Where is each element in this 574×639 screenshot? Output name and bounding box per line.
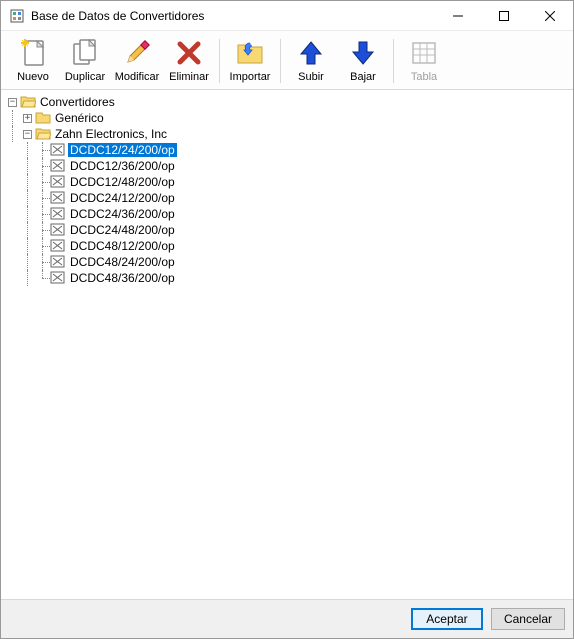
tree-item-label[interactable]: DCDC12/24/200/op: [68, 143, 177, 157]
move-down-button[interactable]: Bajar: [337, 35, 389, 87]
tree-root-label[interactable]: Convertidores: [38, 95, 117, 109]
tree-item-label[interactable]: DCDC24/12/200/op: [68, 191, 177, 205]
tree-item[interactable]: DCDC48/24/200/op: [5, 254, 569, 270]
converter-icon: [50, 190, 66, 206]
converter-icon: [50, 206, 66, 222]
arrow-down-icon: [347, 37, 379, 69]
titlebar: Base de Datos de Convertidores: [1, 1, 573, 31]
tree-folder-label[interactable]: Zahn Electronics, Inc: [53, 127, 169, 141]
modify-button[interactable]: Modificar: [111, 35, 163, 87]
cancel-button[interactable]: Cancelar: [491, 608, 565, 630]
tree-item-label[interactable]: DCDC24/36/200/op: [68, 207, 177, 221]
tree-item[interactable]: DCDC12/36/200/op: [5, 158, 569, 174]
toolbar-label: Tabla: [411, 71, 437, 83]
toolbar-label: Bajar: [350, 71, 376, 83]
document-duplicate-icon: [69, 37, 101, 69]
toolbar-label: Modificar: [115, 71, 160, 83]
delete-button[interactable]: Eliminar: [163, 35, 215, 87]
toolbar-label: Eliminar: [169, 71, 209, 83]
duplicate-button[interactable]: Duplicar: [59, 35, 111, 87]
tree-item-label[interactable]: DCDC48/36/200/op: [68, 271, 177, 285]
toolbar-separator: [280, 39, 281, 83]
arrow-up-icon: [295, 37, 327, 69]
converter-icon: [50, 174, 66, 190]
delete-x-icon: [173, 37, 205, 69]
app-icon: [9, 8, 25, 24]
folder-open-icon: [35, 126, 51, 142]
tree-view[interactable]: − Convertidores + Genérico − Zahn Electr…: [1, 90, 573, 599]
tree-item[interactable]: DCDC24/12/200/op: [5, 190, 569, 206]
minimize-button[interactable]: [435, 1, 481, 31]
folder-open-icon: [20, 94, 36, 110]
converter-icon: [50, 238, 66, 254]
pencil-icon: [121, 37, 153, 69]
toolbar: Nuevo Duplicar Modificar Eliminar Import…: [1, 31, 573, 90]
new-button[interactable]: Nuevo: [7, 35, 59, 87]
folder-import-icon: [234, 37, 266, 69]
dialog-footer: Aceptar Cancelar: [1, 599, 573, 638]
button-label: Aceptar: [426, 612, 467, 626]
folder-icon: [35, 110, 51, 126]
toolbar-label: Subir: [298, 71, 324, 83]
collapse-icon[interactable]: −: [8, 98, 17, 107]
converter-icon: [50, 222, 66, 238]
tree-item-label[interactable]: DCDC24/48/200/op: [68, 223, 177, 237]
converter-icon: [50, 270, 66, 286]
toolbar-separator: [393, 39, 394, 83]
converter-icon: [50, 158, 66, 174]
converter-icon: [50, 254, 66, 270]
window-title: Base de Datos de Convertidores: [31, 9, 435, 23]
table-icon: [408, 37, 440, 69]
toolbar-label: Importar: [230, 71, 271, 83]
import-button[interactable]: Importar: [224, 35, 276, 87]
tree-item[interactable]: DCDC48/12/200/op: [5, 238, 569, 254]
tree-root[interactable]: − Convertidores: [5, 94, 569, 110]
close-button[interactable]: [527, 1, 573, 31]
toolbar-label: Duplicar: [65, 71, 105, 83]
tree-item[interactable]: DCDC12/24/200/op: [5, 142, 569, 158]
expand-icon[interactable]: +: [23, 114, 32, 123]
tree-folder-zahn[interactable]: − Zahn Electronics, Inc: [5, 126, 569, 142]
tree-item[interactable]: DCDC48/36/200/op: [5, 270, 569, 286]
move-up-button[interactable]: Subir: [285, 35, 337, 87]
tree-item[interactable]: DCDC12/48/200/op: [5, 174, 569, 190]
tree-item-label[interactable]: DCDC12/48/200/op: [68, 175, 177, 189]
tree-item[interactable]: DCDC24/48/200/op: [5, 222, 569, 238]
accept-button[interactable]: Aceptar: [411, 608, 483, 630]
table-button: Tabla: [398, 35, 450, 87]
collapse-icon[interactable]: −: [23, 130, 32, 139]
toolbar-label: Nuevo: [17, 71, 49, 83]
tree-folder-generico[interactable]: + Genérico: [5, 110, 569, 126]
tree-item-label[interactable]: DCDC12/36/200/op: [68, 159, 177, 173]
button-label: Cancelar: [504, 612, 552, 626]
tree-item-label[interactable]: DCDC48/24/200/op: [68, 255, 177, 269]
maximize-button[interactable]: [481, 1, 527, 31]
toolbar-separator: [219, 39, 220, 83]
tree-folder-label[interactable]: Genérico: [53, 111, 106, 125]
document-new-icon: [17, 37, 49, 69]
converter-icon: [50, 142, 66, 158]
tree-item[interactable]: DCDC24/36/200/op: [5, 206, 569, 222]
tree-item-label[interactable]: DCDC48/12/200/op: [68, 239, 177, 253]
